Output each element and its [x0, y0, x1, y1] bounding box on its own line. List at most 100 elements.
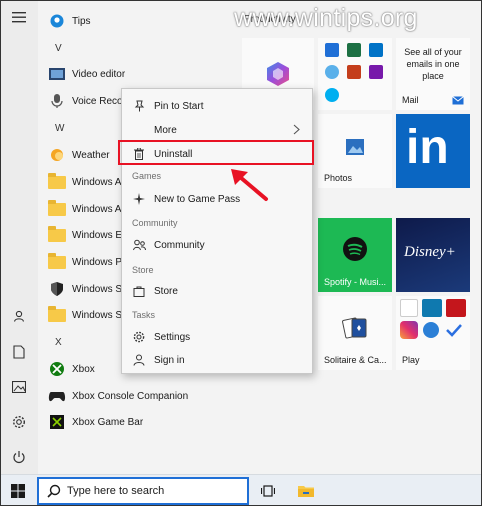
menu-item-label: Community	[154, 239, 205, 251]
mail-icon	[452, 96, 464, 105]
folder-icon	[48, 225, 66, 244]
spotify-tile[interactable]: Spotify - Musi...	[318, 218, 392, 292]
search-icon	[47, 484, 61, 498]
pictures-icon[interactable]	[8, 376, 30, 398]
menu-item-settings[interactable]: Settings	[122, 326, 312, 348]
photos-tile[interactable]: Photos	[318, 114, 392, 188]
onenote-icon	[369, 65, 383, 79]
person-icon	[132, 354, 146, 366]
user-account-icon[interactable]	[8, 305, 30, 327]
cards-icon	[342, 317, 367, 339]
menu-item-label: Settings	[154, 331, 191, 343]
excel-icon	[347, 43, 361, 57]
mail-tile[interactable]: See all of your emails in one place Mail	[396, 38, 470, 110]
office-icon	[267, 62, 289, 86]
letter-header-w[interactable]: W	[55, 123, 64, 134]
menu-item-label: Sign in	[154, 354, 185, 366]
app-label: Windows Po	[72, 256, 128, 268]
menu-item-pin-to-start[interactable]: Pin to Start	[122, 95, 312, 117]
hamburger-menu-icon[interactable]	[8, 6, 30, 28]
folder-icon	[48, 172, 66, 191]
start-rail	[0, 0, 38, 474]
powerpoint-icon	[347, 65, 361, 79]
checkmark-icon	[446, 324, 462, 337]
office-apps-tile[interactable]	[318, 38, 392, 110]
outlook-icon	[369, 43, 383, 57]
context-menu: Pin to Start More Uninstall Games New to…	[121, 88, 313, 374]
letter-header-x[interactable]: X	[55, 337, 62, 348]
photos-icon	[346, 139, 364, 155]
letter-header-v[interactable]: V	[55, 43, 62, 54]
mail-label: Mail	[402, 95, 419, 105]
file-explorer-icon[interactable]	[297, 483, 315, 503]
app-label: Xbox Game Bar	[72, 416, 144, 428]
photos-label: Photos	[324, 173, 353, 183]
taskbar-search-box[interactable]: Type here to search	[37, 477, 249, 505]
menu-item-more[interactable]: More	[122, 119, 312, 141]
app-label: Xbox Console Companion	[72, 390, 189, 402]
linkedin-tile[interactable]: in	[396, 114, 470, 188]
menu-item-new-to-game-pass[interactable]: New to Game Pass	[122, 188, 312, 210]
app-label: Weather	[72, 149, 110, 161]
messenger-icon	[400, 299, 418, 317]
spotify-icon	[343, 237, 367, 261]
taskbar: Type here to search	[0, 474, 482, 506]
spotify-label: Spotify - Musi...	[324, 277, 387, 287]
menu-item-label: More	[154, 124, 177, 136]
app-label: Windows Ac	[72, 203, 127, 215]
menu-item-label: Store	[154, 285, 178, 297]
power-icon[interactable]	[8, 446, 30, 468]
gear-icon	[132, 331, 146, 343]
app-label: Xbox	[72, 363, 95, 375]
documents-icon[interactable]	[8, 341, 30, 363]
watermark: www.wintips.org	[234, 4, 418, 32]
xbox-icon	[48, 360, 66, 378]
store-bag-icon	[132, 285, 146, 297]
app-item-xbox-game-bar[interactable]: Xbox Game Bar	[38, 409, 238, 435]
settings-gear-icon[interactable]	[8, 411, 30, 433]
uninstall-highlight-box	[118, 140, 314, 165]
search-placeholder: Type here to search	[67, 485, 165, 497]
linkedin-logo-icon: in	[406, 121, 449, 174]
task-view-icon[interactable]	[260, 484, 276, 503]
menu-section-store: Store	[132, 265, 154, 275]
people-icon	[132, 239, 146, 251]
skype-icon	[325, 88, 339, 102]
windows-start-icon[interactable]	[11, 484, 25, 503]
instagram-icon	[400, 321, 418, 339]
messenger-bubble-icon	[423, 322, 439, 338]
microphone-icon	[48, 92, 66, 110]
menu-item-sign-in[interactable]: Sign in	[122, 349, 312, 371]
red-arrow-annotation	[231, 169, 268, 201]
app-label: Video editor	[72, 68, 126, 80]
tips-icon	[48, 12, 66, 30]
chevron-right-icon	[293, 124, 300, 138]
menu-section-community: Community	[132, 218, 178, 228]
prime-video-icon	[422, 299, 442, 317]
app-label: Tips	[72, 15, 91, 27]
menu-item-community[interactable]: Community	[122, 234, 312, 256]
app-item-video-editor[interactable]: Video editor	[38, 61, 238, 87]
folder-icon	[48, 305, 66, 324]
disney-plus-logo: Disney+	[404, 244, 456, 260]
app-item-tips[interactable]: Tips	[38, 8, 238, 34]
menu-section-tasks: Tasks	[132, 310, 156, 320]
weather-sun-icon	[48, 146, 66, 164]
play-label: Play	[402, 355, 420, 365]
video-editor-icon	[48, 65, 66, 83]
menu-item-label: Pin to Start	[154, 100, 204, 112]
app-item-xbox-console-companion[interactable]: Xbox Console Companion	[38, 383, 238, 409]
word-icon	[325, 43, 339, 57]
app-label: Windows Ea	[72, 229, 128, 241]
app-label: Windows Se	[72, 283, 128, 295]
menu-item-store[interactable]: Store	[122, 280, 312, 302]
sparkle-icon	[132, 193, 146, 205]
play-folder-tile[interactable]: Play	[396, 296, 470, 370]
onedrive-icon	[325, 65, 339, 79]
disney-plus-tile[interactable]: Disney+	[396, 218, 470, 292]
solitaire-tile[interactable]: Solitaire & Ca...	[318, 296, 392, 370]
controller-icon	[48, 387, 66, 405]
shield-icon	[48, 280, 66, 298]
folder-icon	[48, 199, 66, 218]
menu-section-games: Games	[132, 171, 162, 181]
